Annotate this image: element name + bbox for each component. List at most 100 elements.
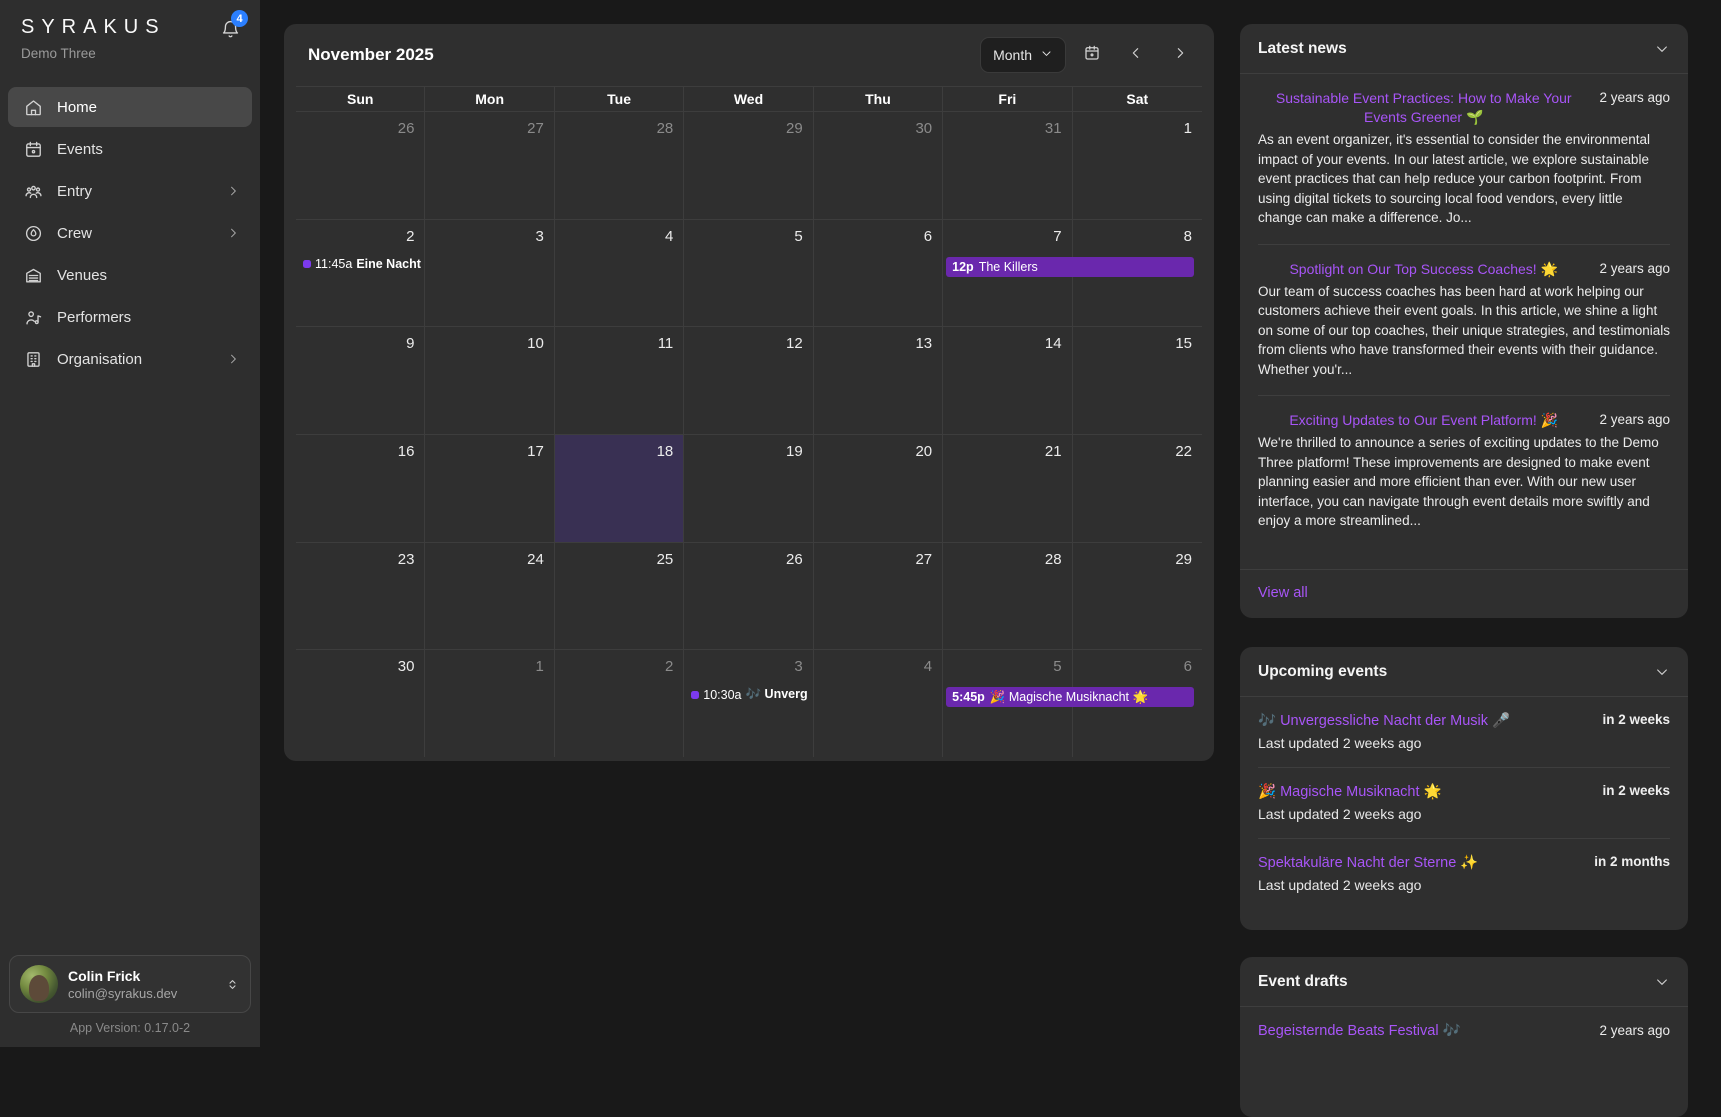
sidebar-item-performers[interactable]: Performers [8,297,252,337]
upcoming-event-title[interactable]: 🎶 Unvergessliche Nacht der Musik 🎤 [1258,712,1592,729]
calendar-day-cell[interactable]: 13 [814,326,943,434]
calendar-day-cell[interactable]: 29 [684,111,813,219]
latest-news-card: Latest news Sustainable Event Practices:… [1240,24,1688,618]
calendar-day-cell[interactable]: 2 [555,649,684,757]
calendar-title: November 2025 [308,45,980,65]
calendar-day-cell[interactable]: 19 [684,434,813,542]
upcoming-event-updated: Last updated 2 weeks ago [1258,877,1670,893]
view-select[interactable]: Month [980,37,1066,73]
calendar-day-cell[interactable]: 1 [425,649,554,757]
day-number: 28 [657,120,674,137]
news-item-body: As an event organizer, it's essential to… [1258,130,1670,228]
day-number: 19 [786,443,803,460]
sidebar-item-venues[interactable]: Venues [8,255,252,295]
upcoming-event-updated: Last updated 2 weeks ago [1258,806,1670,822]
news-item-title[interactable]: Exciting Updates to Our Event Platform! … [1258,411,1589,430]
calendar-day-cell[interactable]: 18 [555,434,684,542]
calendar-day-cell[interactable]: 27 [425,111,554,219]
news-item: Sustainable Event Practices: How to Make… [1258,74,1670,245]
calendar-day-cell[interactable]: 3 [425,219,554,327]
performer-icon [24,308,43,327]
sidebar-item-home[interactable]: Home [8,87,252,127]
sidebar-item-organisation[interactable]: Organisation [8,339,252,379]
calendar-day-cell[interactable]: 26 [684,542,813,650]
prev-month-button[interactable] [1118,37,1154,73]
calendar-day-cell[interactable]: 4 [814,649,943,757]
day-header: Wed [684,87,813,111]
calendar-day-cell[interactable]: 21 [943,434,1072,542]
calendar-day-cell[interactable]: 15 [1073,326,1202,434]
calendar-day-cell[interactable]: 9 [296,326,425,434]
sidebar-item-events[interactable]: Events [8,129,252,169]
calendar-day-cell[interactable]: 4 [555,219,684,327]
calendar-day-cell[interactable]: 310:30a🎶 Unverg [684,649,813,757]
chevron-down-icon[interactable] [1654,41,1670,57]
today-button[interactable] [1074,37,1110,73]
event-draft-title[interactable]: Begeisternde Beats Festival 🎶 [1258,1022,1589,1039]
calendar-event[interactable]: 10:30a🎶 Unverg [686,687,812,702]
event-time: 12p [952,260,974,274]
day-number: 27 [915,551,932,568]
upcoming-event-when: in 2 months [1594,854,1670,869]
sidebar-item-entry[interactable]: Entry [8,171,252,211]
upcoming-event-item: Spektakuläre Nacht der Sterne ✨ in 2 mont… [1258,839,1670,909]
calendar-day-cell[interactable]: 6 [814,219,943,327]
upcoming-event-when: in 2 weeks [1602,783,1670,798]
calendar-day-cell[interactable]: 28 [555,111,684,219]
calendar-day-cell[interactable]: 23 [296,542,425,650]
calendar-day-cell[interactable]: 22 [1073,434,1202,542]
upcoming-event-title[interactable]: Spektakuläre Nacht der Sterne ✨ [1258,854,1584,871]
calendar-day-cell[interactable]: 31 [943,111,1072,219]
day-number: 23 [398,551,415,568]
day-number: 9 [406,335,414,352]
day-number: 26 [786,551,803,568]
day-number: 5 [794,228,802,245]
news-item-title[interactable]: Spotlight on Our Top Success Coaches! 🌟 [1258,260,1589,279]
bell-icon [221,26,240,43]
event-draft-item: Begeisternde Beats Festival 🎶2 years ago [1258,1007,1670,1055]
sidebar-item-crew[interactable]: Crew [8,213,252,253]
calendar-day-cell[interactable]: 12 [684,326,813,434]
calendar-event[interactable]: 12pThe Killers [946,257,1194,277]
calendar-day-cell[interactable]: 26 [296,111,425,219]
event-dot-icon [303,260,311,268]
home-icon [24,98,43,117]
calendar-day-cell[interactable]: 14 [943,326,1072,434]
notifications-button[interactable]: 4 [221,20,240,44]
calendar-day-cell[interactable]: 25 [555,542,684,650]
calendar-day-cell[interactable]: 1 [1073,111,1202,219]
chevron-down-icon[interactable] [1654,664,1670,680]
calendar-day-cell[interactable]: 29 [1073,542,1202,650]
calendar-day-cell[interactable]: 17 [425,434,554,542]
news-item-title[interactable]: Sustainable Event Practices: How to Make… [1258,89,1589,127]
calendar-day-cell[interactable]: 20 [814,434,943,542]
calendar-day-cell[interactable]: 211:45aEine Nacht [296,219,425,327]
calendar-day-cell[interactable]: 11 [555,326,684,434]
calendar-day-cell[interactable]: 10 [425,326,554,434]
day-number: 1 [1184,120,1192,137]
view-all-link[interactable]: View all [1240,569,1688,618]
upcoming-event-title[interactable]: 🎉 Magische Musiknacht 🌟 [1258,783,1592,800]
news-item-time: 2 years ago [1599,89,1670,105]
calendar-day-cell[interactable]: 5 [684,219,813,327]
event-title: 🎶 Unverg [746,687,808,702]
calendar-day-cell[interactable]: 55:45p🎉 Magische Musiknacht 🌟 [943,649,1072,757]
calendar-day-cell[interactable]: 27 [814,542,943,650]
calendar-event[interactable]: 5:45p🎉 Magische Musiknacht 🌟 [946,687,1194,707]
day-number: 7 [1053,228,1061,245]
calendar-day-cell[interactable]: 16 [296,434,425,542]
user-menu[interactable]: Colin Frick colin@syrakus.dev [9,955,251,1013]
day-number: 28 [1045,551,1062,568]
next-month-button[interactable] [1162,37,1198,73]
calendar-day-cell[interactable]: 30 [814,111,943,219]
day-number: 4 [665,228,673,245]
calendar-day-cell[interactable]: 24 [425,542,554,650]
day-number: 11 [658,335,674,352]
news-item-time: 2 years ago [1599,411,1670,427]
calendar-day-cell[interactable]: 30 [296,649,425,757]
calendar-day-cell[interactable]: 28 [943,542,1072,650]
event-drafts-list: Begeisternde Beats Festival 🎶2 years ago [1240,1007,1688,1055]
chevron-down-icon[interactable] [1654,974,1670,990]
calendar-event[interactable]: 11:45aEine Nacht [298,257,424,271]
calendar-day-cell[interactable]: 712pThe Killers [943,219,1072,327]
